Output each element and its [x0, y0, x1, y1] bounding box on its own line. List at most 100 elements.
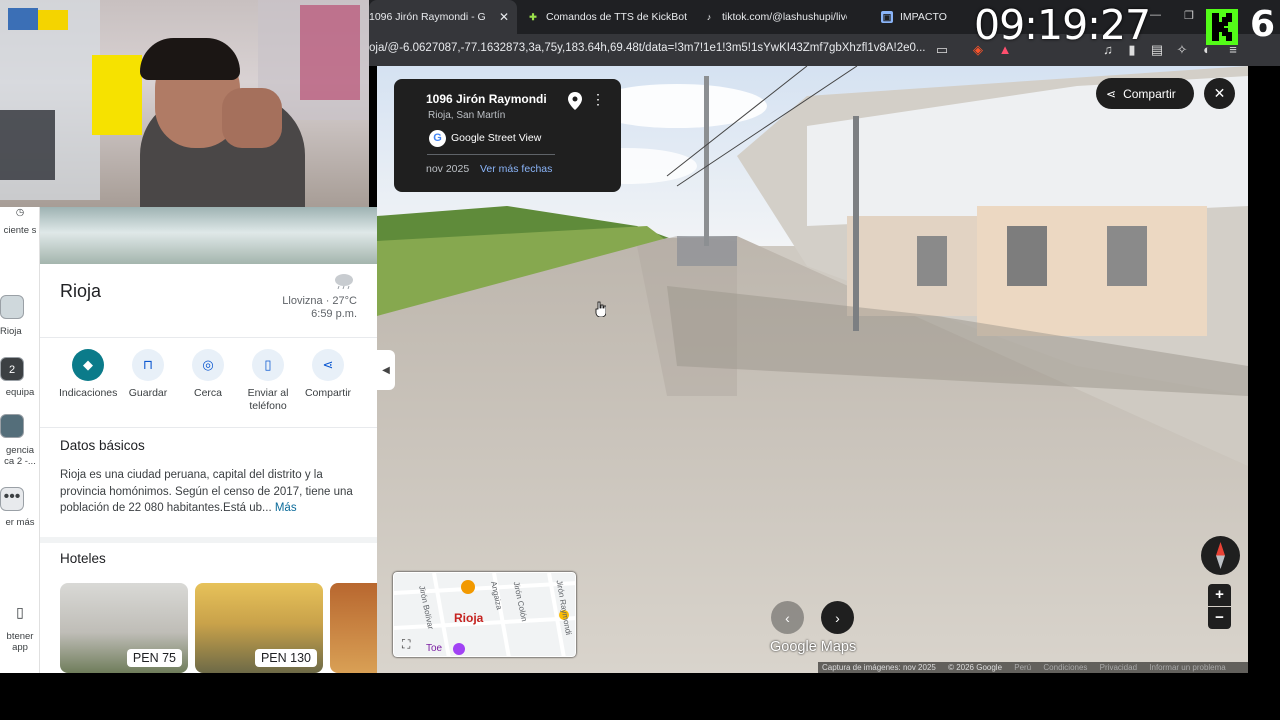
pin-icon[interactable]: [568, 92, 582, 110]
action-label: Indicaciones: [59, 387, 118, 399]
recents-icon[interactable]: ◷: [0, 207, 40, 218]
action-label: Guardar: [128, 387, 168, 399]
footer-link[interactable]: Informar un problema: [1149, 663, 1225, 672]
sv-address: 1096 Jirón Raymondi: [426, 92, 547, 106]
copyright: © 2026 Google: [948, 663, 1003, 672]
hotels-title: Hoteles: [60, 551, 106, 566]
weather-info: Llovizna · 27°C 6:59 p.m.: [282, 295, 357, 321]
footer-link[interactable]: Perú: [1014, 663, 1031, 672]
rail-item-rioja[interactable]: Rioja: [0, 326, 40, 337]
more-link[interactable]: Más: [275, 502, 297, 514]
rail-item-agencia[interactable]: gencia ca 2 -...: [0, 445, 40, 467]
next-button[interactable]: ›: [821, 601, 854, 634]
rail-item-get-app[interactable]: btener app: [0, 631, 40, 653]
rail-item-more[interactable]: er más: [0, 517, 40, 528]
collapse-panel-button[interactable]: ◀: [377, 350, 395, 390]
clock-overlay: 09:19:27: [974, 1, 1151, 49]
map-footer: Captura de imágenes: nov 2025 © 2026 Goo…: [818, 662, 1248, 673]
webcam-feed: [0, 0, 369, 207]
google-logo-icon: G: [429, 130, 446, 147]
kickbot-icon: ✚: [529, 11, 537, 22]
sv-close-button[interactable]: ✕: [1204, 78, 1235, 109]
tab-label: 1096 Jirón Raymondi - Go: [369, 11, 485, 23]
expand-icon[interactable]: ⛶: [402, 637, 410, 652]
zoom-out-button[interactable]: −: [1208, 607, 1231, 629]
minimap[interactable]: Jirón Bolívar Angaiza Jirón Colón Jirón …: [393, 572, 576, 657]
more-icon[interactable]: •••: [0, 487, 24, 511]
tab-label: IMPACTO: [900, 11, 947, 23]
hotel-card[interactable]: PEN 130: [195, 583, 323, 673]
black-bar: [0, 673, 1280, 720]
footer-link[interactable]: Condiciones: [1043, 663, 1087, 672]
tab-tiktok[interactable]: ♪ tiktok.com/@lashushupi/live?e: [703, 0, 863, 34]
minimap-city: Rioja: [454, 611, 484, 625]
street-view-info-card: 1096 Jirón Raymondi Rioja, San Martín ⋮ …: [394, 79, 621, 192]
tab-kickbot[interactable]: ✚ Comandos de TTS de KickBot: [527, 0, 687, 34]
more-options-icon[interactable]: ⋮: [591, 91, 605, 108]
basics-title: Datos básicos: [60, 438, 145, 453]
sv-subtitle: Rioja, San Martín: [428, 110, 506, 121]
black-bar: [1248, 66, 1280, 673]
tab-impacto[interactable]: ▣ IMPACTO: [881, 0, 971, 34]
local-time: 6:59 p.m.: [311, 308, 357, 320]
more-dates-link[interactable]: Ver más fechas: [480, 163, 552, 175]
tab-label: Comandos de TTS de KickBot: [546, 11, 687, 23]
rail-thumbnail-rioja[interactable]: [0, 295, 24, 319]
sv-share-button[interactable]: ⋖ Compartir: [1096, 78, 1194, 109]
weather-text: Llovizna · 27°C: [282, 295, 357, 307]
rail-item-recents[interactable]: ciente s: [0, 225, 40, 236]
hand-cursor-icon: [595, 301, 606, 317]
send-to-phone-icon: ▯: [252, 349, 284, 381]
hotel-price: PEN 130: [254, 649, 317, 667]
phone-icon[interactable]: ▯: [0, 605, 40, 619]
nearby-icon: ◎: [192, 349, 224, 381]
rail-badge[interactable]: 2: [0, 357, 24, 381]
minimize-icon[interactable]: —: [1150, 9, 1161, 21]
save-button[interactable]: ⊓ Guardar: [118, 349, 178, 400]
hotel-card[interactable]: PEN 75: [60, 583, 188, 673]
compass-icon[interactable]: [1201, 536, 1240, 575]
share-label: Compartir: [1123, 86, 1176, 101]
divider: [40, 427, 377, 428]
kick-logo-icon: [1206, 9, 1238, 45]
google-maps-logo: Google Maps: [770, 639, 857, 655]
previous-button[interactable]: ‹: [771, 601, 804, 634]
share-button[interactable]: ⋖ Compartir: [298, 349, 358, 400]
share-icon: ⋖: [1106, 86, 1117, 101]
rail-item-equipa[interactable]: equipa: [0, 387, 40, 398]
action-label: Enviar al teléfono: [247, 387, 289, 412]
sv-source: Google Street View: [451, 132, 542, 144]
zoom-in-button[interactable]: +: [1208, 584, 1231, 606]
tab-label: tiktok.com/@lashushupi/live?e: [722, 11, 847, 23]
directions-button[interactable]: ◆ Indicaciones: [58, 349, 118, 400]
rain-cloud-icon: [335, 274, 353, 289]
capture-date: Captura de imágenes: nov 2025: [822, 663, 936, 672]
overlay-number: 6: [1250, 4, 1276, 45]
footer-link[interactable]: Privacidad: [1100, 663, 1137, 672]
place-hero-photo[interactable]: [40, 207, 377, 264]
cast-icon[interactable]: ▭: [934, 42, 950, 58]
screen: 1096 Jirón Raymondi - Go ✕ ✚ Comandos de…: [0, 0, 1280, 720]
tiktok-icon: ♪: [706, 12, 712, 22]
wallet-icon[interactable]: ▤: [1149, 42, 1165, 58]
share-icon: ⋖: [312, 349, 344, 381]
leo-ai-icon[interactable]: ✧: [1174, 42, 1190, 58]
page-icon: ▣: [881, 11, 893, 23]
send-to-phone-button[interactable]: ▯ Enviar al teléfono: [238, 349, 298, 413]
url-field[interactable]: oja/@-6.0627087,-77.1632873,3a,75y,183.6…: [369, 42, 929, 54]
close-tab-icon[interactable]: ✕: [499, 10, 509, 24]
place-description: Rioja es una ciudad peruana, capital del…: [60, 467, 360, 517]
divider: [427, 154, 555, 155]
hotel-price: PEN 75: [126, 649, 182, 667]
description-text: Rioja es una ciudad peruana, capital del…: [60, 469, 353, 514]
tab-google-maps[interactable]: 1096 Jirón Raymondi - Go ✕: [369, 0, 517, 34]
nearby-button[interactable]: ◎ Cerca: [178, 349, 238, 400]
rail-thumbnail-agencia[interactable]: [0, 414, 24, 438]
directions-icon: ◆: [72, 349, 104, 381]
restore-icon[interactable]: ❐: [1184, 9, 1194, 22]
hotel-card[interactable]: [330, 583, 377, 673]
action-label: Cerca: [193, 387, 222, 399]
action-label: Compartir: [304, 387, 352, 399]
place-title: Rioja: [60, 281, 102, 301]
sv-date: nov 2025: [426, 163, 470, 175]
